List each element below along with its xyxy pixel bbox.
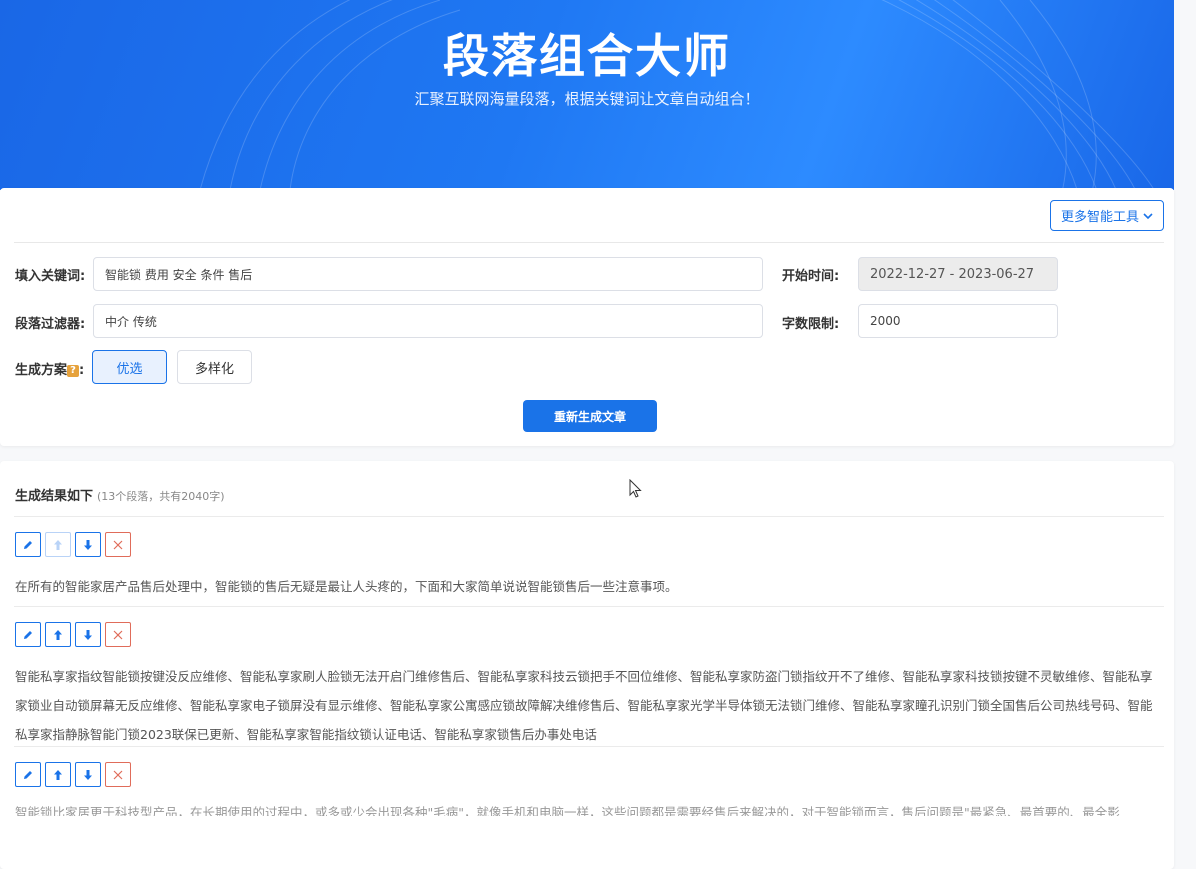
scheme-label-text: 生成方案 bbox=[15, 363, 68, 378]
delete-button[interactable] bbox=[105, 532, 131, 557]
arrow-down-icon bbox=[84, 539, 92, 550]
arrow-up-icon bbox=[54, 629, 62, 640]
edit-button[interactable] bbox=[15, 762, 41, 787]
arrow-down-icon bbox=[84, 629, 92, 640]
move-up-button[interactable] bbox=[45, 532, 71, 557]
word-limit-label: 字数限制: bbox=[782, 317, 840, 332]
arrow-up-icon bbox=[54, 769, 62, 780]
paragraph-text: 智能私享家指纹智能锁按键没反应维修、智能私享家刷人脸锁无法开启门维修售后、智能私… bbox=[15, 669, 1153, 742]
mouse-cursor-icon bbox=[629, 479, 642, 498]
header-banner: 段落组合大师 汇聚互联网海量段落，根据关键词让文章自动组合！ bbox=[0, 0, 1174, 190]
paragraph-text: 在所有的智能家居产品售后处理中，智能锁的售后无疑是最让人头疼的，下面和大家简单说… bbox=[15, 579, 678, 594]
pencil-icon bbox=[24, 540, 32, 549]
close-icon bbox=[113, 540, 123, 549]
pencil-icon bbox=[24, 770, 32, 779]
more-tools-button[interactable]: 更多智能工具 bbox=[1050, 200, 1164, 231]
divider bbox=[14, 746, 1164, 747]
paragraph-controls bbox=[15, 622, 131, 647]
scheme-label-colon: : bbox=[79, 363, 85, 378]
result-title: 生成结果如下 bbox=[15, 489, 94, 504]
paragraph-controls bbox=[15, 532, 131, 557]
move-down-button[interactable] bbox=[75, 622, 101, 647]
edit-button[interactable] bbox=[15, 532, 41, 557]
result-summary: (13个段落，共有2040字) bbox=[97, 490, 225, 503]
move-up-button[interactable] bbox=[45, 622, 71, 647]
edit-button[interactable] bbox=[15, 622, 41, 647]
arrow-down-icon bbox=[84, 769, 92, 780]
close-icon bbox=[113, 770, 123, 779]
page-title: 段落组合大师 bbox=[443, 29, 731, 83]
close-icon bbox=[113, 630, 123, 639]
more-tools-label: 更多智能工具 bbox=[1060, 210, 1139, 225]
regenerate-button[interactable]: 重新生成文章 bbox=[523, 400, 657, 432]
paragraph-item: 智能锁比家居更于科技型产品，在长期使用的过程中，或多或少会出现各种"毛病"，就像… bbox=[0, 746, 1174, 869]
scheme-option-preferred[interactable]: 优选 bbox=[92, 350, 167, 384]
chevron-down-icon bbox=[1143, 212, 1153, 219]
settings-panel: 更多智能工具 填入关键词: 智能锁 费用 安全 条件 售后 开始时间: 2022… bbox=[0, 188, 1174, 446]
result-panel: 生成结果如下 (13个段落，共有2040字) 在所有的智能家居产品售后处理中，智能… bbox=[0, 461, 1174, 869]
paragraph-item: 在所有的智能家居产品售后处理中，智能锁的售后无疑是最让人头疼的，下面和大家简单说… bbox=[0, 516, 1174, 606]
start-time-field[interactable]: 2022-12-27 - 2023-06-27 bbox=[858, 257, 1058, 291]
question-icon[interactable]: ? bbox=[67, 365, 80, 377]
move-down-button[interactable] bbox=[75, 532, 101, 557]
pencil-icon bbox=[24, 630, 32, 639]
delete-button[interactable] bbox=[105, 762, 131, 787]
arrow-up-icon bbox=[54, 539, 62, 550]
keywords-input[interactable]: 智能锁 费用 安全 条件 售后 bbox=[93, 257, 763, 291]
delete-button[interactable] bbox=[105, 622, 131, 647]
paragraph-controls bbox=[15, 762, 131, 787]
divider bbox=[14, 242, 1164, 243]
divider bbox=[14, 606, 1164, 607]
filter-input[interactable]: 中介 传统 bbox=[93, 304, 763, 338]
divider bbox=[14, 516, 1164, 517]
filter-label: 段落过滤器: bbox=[15, 317, 86, 332]
move-up-button[interactable] bbox=[45, 762, 71, 787]
paragraph-item: 智能私享家指纹智能锁按键没反应维修、智能私享家刷人脸锁无法开启门维修售后、智能私… bbox=[0, 606, 1174, 746]
result-heading: 生成结果如下 (13个段落，共有2040字) bbox=[15, 485, 225, 504]
page-subtitle: 汇聚互联网海量段落，根据关键词让文章自动组合！ bbox=[414, 90, 760, 108]
start-time-label: 开始时间: bbox=[782, 269, 840, 284]
move-down-button[interactable] bbox=[75, 762, 101, 787]
keywords-label: 填入关键词: bbox=[15, 269, 86, 284]
paragraph-text: 智能锁比家居更于科技型产品，在长期使用的过程中，或多或少会出现各种"毛病"，就像… bbox=[15, 805, 1120, 816]
scheme-label: 生成方案?: bbox=[15, 359, 84, 378]
scheme-option-diverse[interactable]: 多样化 bbox=[177, 350, 252, 384]
word-limit-input[interactable]: 2000 bbox=[858, 304, 1058, 338]
